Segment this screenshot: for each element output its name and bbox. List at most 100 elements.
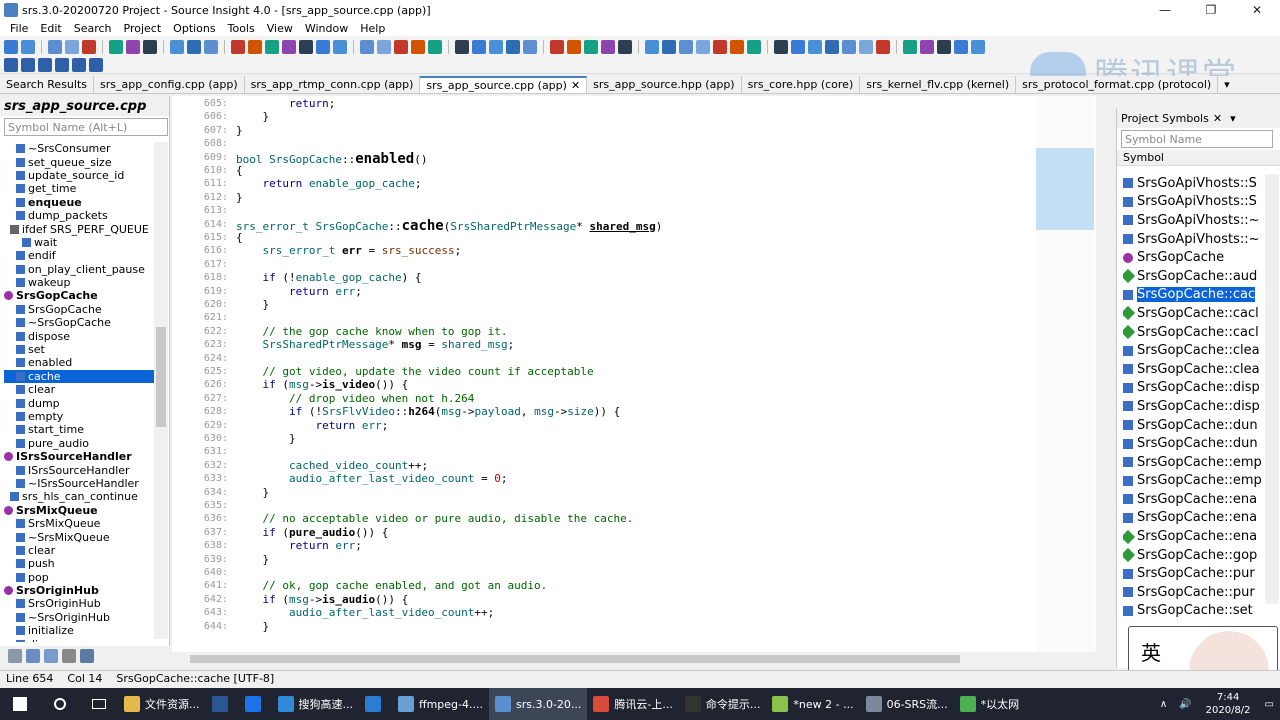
symbol-item[interactable]: enabled	[4, 356, 154, 369]
toolbar-icon[interactable]	[55, 57, 69, 72]
code-line[interactable]: // got video, update the video count if …	[236, 365, 594, 378]
project-symbol-item[interactable]: SrsGopCache::emp	[1123, 472, 1265, 491]
code-line[interactable]: // ok, gop cache enabled, and got an aud…	[236, 579, 548, 592]
toolbar-icon[interactable]	[82, 39, 96, 54]
code-line[interactable]: return err;	[236, 539, 362, 552]
project-symbol-item[interactable]: SrsGopCache::dun	[1123, 434, 1265, 453]
code-line[interactable]: cached_video_count++;	[236, 459, 428, 472]
clock[interactable]: 7:44 2020/8/2	[1206, 691, 1251, 717]
chevron-up-icon[interactable]: ∧	[1160, 699, 1167, 710]
project-symbol-item[interactable]: SrsGopCache::disp	[1123, 397, 1265, 416]
minimap-viewport[interactable]	[1036, 148, 1094, 230]
maximize-button[interactable]: ❐	[1188, 0, 1234, 20]
code-line[interactable]: // the gop cache know when to gop it.	[236, 325, 508, 338]
menu-item-tools[interactable]: Tools	[222, 22, 261, 35]
close-button[interactable]: ✕	[1234, 0, 1280, 20]
tab-5[interactable]: srs_core.hpp (core)	[742, 76, 861, 93]
project-symbol-item[interactable]: SrsGoApiVhosts::~	[1123, 230, 1265, 249]
symbol-item[interactable]: set_queue_size	[4, 155, 154, 169]
menu-item-project[interactable]: Project	[118, 22, 168, 35]
code-line[interactable]: }	[236, 432, 296, 445]
toolbar-icon[interactable]	[747, 39, 761, 54]
toolbar-icon[interactable]	[903, 39, 917, 54]
toolbar-icon[interactable]	[472, 39, 486, 54]
code-line[interactable]: audio_after_last_video_count++;	[236, 606, 494, 619]
code-line[interactable]: if (msg->is_audio()) {	[236, 593, 409, 606]
symbol-item[interactable]: SrsMixQueue	[4, 517, 154, 530]
toolbar-icon[interactable]	[713, 39, 727, 54]
toolbar-icon[interactable]	[825, 39, 839, 54]
tab-0[interactable]: Search Results	[0, 76, 95, 93]
toolbar-icon[interactable]	[89, 57, 103, 72]
code-line[interactable]: }	[236, 486, 269, 499]
project-symbol-item[interactable]: SrsGoApiVhosts::~	[1123, 211, 1265, 230]
code-line[interactable]: bool SrsGopCache::enabled()	[236, 151, 428, 167]
toolbar-icon[interactable]	[428, 39, 442, 54]
code-line[interactable]: }	[236, 298, 269, 311]
symbol-item[interactable]: update_source_id	[4, 169, 154, 182]
toolbar-icon[interactable]	[506, 39, 520, 54]
tab-6[interactable]: srs_kernel_flv.cpp (kernel)	[860, 76, 1017, 93]
toolbar-icon[interactable]	[48, 39, 62, 54]
chevron-down-icon[interactable]: ▾	[1230, 112, 1236, 125]
symbol-item[interactable]: cache	[4, 369, 154, 384]
project-symbol-item[interactable]: SrsGopCache::clea	[1123, 341, 1265, 360]
symbol-item[interactable]: ~SrsGopCache	[4, 316, 154, 329]
close-icon[interactable]: ✕	[571, 79, 580, 92]
symbol-item[interactable]: pop	[4, 571, 154, 584]
code-line[interactable]: if (msg->is_video()) {	[236, 378, 409, 391]
toolbar-icon[interactable]	[920, 39, 934, 54]
project-symbol-item[interactable]: SrsGopCache	[1123, 248, 1265, 267]
toolbar-icon[interactable]	[4, 39, 18, 54]
toolbar-icon[interactable]	[394, 39, 408, 54]
symbol-item[interactable]: srs_hls_can_continue	[4, 490, 154, 503]
menu-item-file[interactable]: File	[4, 22, 34, 35]
symbol-item[interactable]: ~ISrsSourceHandler	[4, 477, 154, 490]
symbol-item[interactable]: ifdef SRS_PERF_QUEUE	[4, 222, 154, 236]
tab-3[interactable]: srs_app_source.cpp (app) ✕	[420, 76, 588, 93]
toolbar-icon[interactable]	[730, 39, 744, 54]
code-line[interactable]: return err;	[236, 285, 362, 298]
project-symbol-item[interactable]: SrsGopCache::ena	[1123, 490, 1265, 509]
notification-icon[interactable]: ▭	[1265, 699, 1274, 710]
project-symbol-item[interactable]: SrsGopCache::cac	[1123, 286, 1265, 305]
start-button[interactable]	[0, 688, 40, 720]
symbol-item[interactable]: SrsGopCache	[4, 303, 154, 316]
code-line[interactable]: return enable_gop_cache;	[236, 177, 422, 190]
toolbar-icon[interactable]	[204, 39, 218, 54]
symbol-search-input[interactable]: Symbol Name (Alt+L)	[4, 118, 168, 136]
sort-az-icon[interactable]	[8, 649, 22, 663]
toolbar-icon[interactable]	[333, 39, 347, 54]
project-symbol-item[interactable]: SrsGopCache::cacl	[1123, 323, 1265, 342]
toolbar-icon[interactable]	[38, 57, 52, 72]
symbol-item[interactable]: endif	[4, 249, 154, 262]
toolbar-icon[interactable]	[696, 39, 710, 54]
code-line[interactable]: }	[236, 553, 269, 566]
toolbar-icon[interactable]	[360, 39, 374, 54]
project-symbol-item[interactable]: SrsGopCache::ena	[1123, 509, 1265, 528]
toolbar-icon[interactable]	[316, 39, 330, 54]
symbol-item[interactable]: start_time	[4, 423, 154, 436]
project-symbol-item[interactable]: SrsGopCache::pur	[1123, 564, 1265, 583]
tab-2[interactable]: srs_app_rtmp_conn.cpp (app)	[245, 76, 421, 93]
close-icon[interactable]: ✕	[1213, 112, 1222, 125]
toolbar-icon[interactable]	[411, 39, 425, 54]
toolbar-icon[interactable]	[971, 39, 985, 54]
taskbar-app-6[interactable]: srs.3.0-20...	[488, 688, 588, 720]
menu-item-help[interactable]: Help	[354, 22, 391, 35]
menu-item-options[interactable]: Options	[167, 22, 221, 35]
toolbar-icon[interactable]	[618, 39, 632, 54]
toolbar-icon[interactable]	[143, 39, 157, 54]
toolbar-icon[interactable]	[377, 39, 391, 54]
code-line[interactable]: if (pure_audio()) {	[236, 526, 389, 539]
code-line[interactable]: if (!SrsFlvVideo::h264(msg->payload, msg…	[236, 405, 620, 418]
menu-item-search[interactable]: Search	[68, 22, 118, 35]
project-symbol-item[interactable]: SrsGopCache::emp	[1123, 453, 1265, 472]
gear-icon[interactable]	[80, 649, 94, 663]
symbol-item[interactable]: set	[4, 343, 154, 356]
project-symbol-item[interactable]: SrsGopCache::clea	[1123, 360, 1265, 379]
toolbar-icon[interactable]	[65, 39, 79, 54]
tab-7[interactable]: srs_protocol_format.cpp (protocol)	[1016, 76, 1219, 93]
scrollbar-thumb[interactable]	[190, 655, 960, 663]
toolbar-icon[interactable]	[523, 39, 537, 54]
